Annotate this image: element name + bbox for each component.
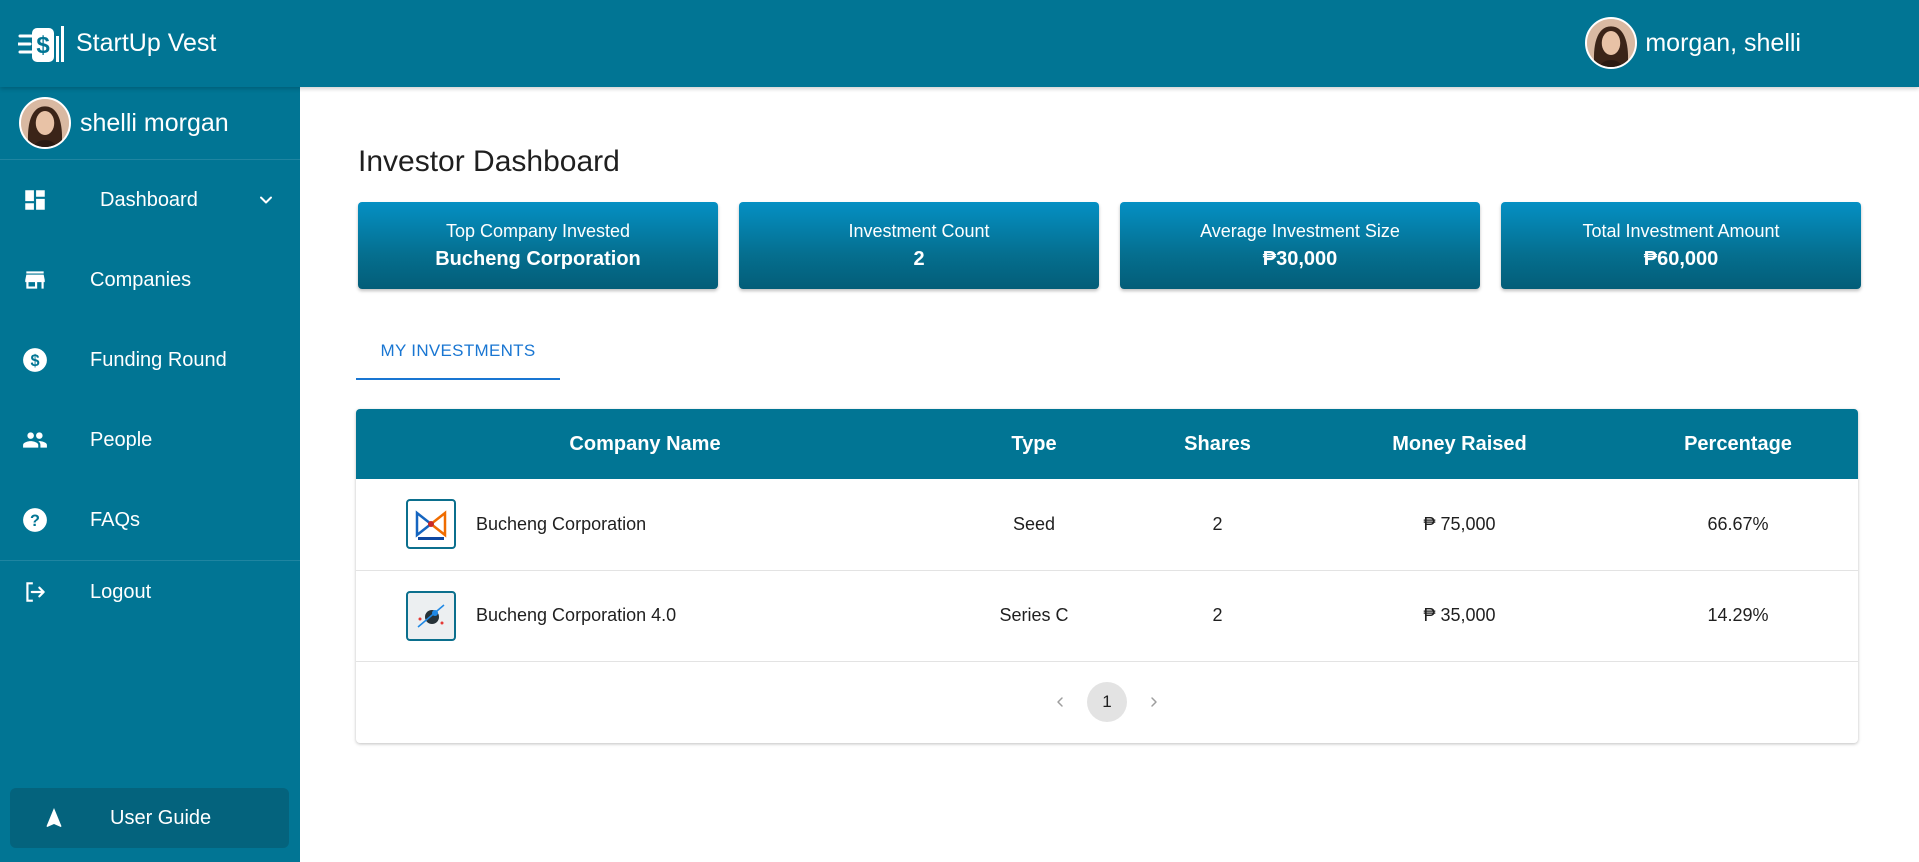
sidebar-user: shelli morgan (0, 87, 300, 160)
column-header[interactable]: Shares (1134, 409, 1301, 479)
user-display-name: morgan, shelli (1645, 28, 1801, 57)
company-name[interactable]: Bucheng Corporation 4.0 (476, 605, 676, 626)
page-number-button[interactable]: 1 (1087, 681, 1127, 722)
type-cell: Series C (999, 605, 1069, 625)
sidebar-item-funding-round[interactable]: $ Funding Round (0, 320, 300, 400)
table-header-row: Company Name Type Shares Money Raised Pe… (356, 409, 1858, 479)
app-bar: $ StartUp Vest morgan, shelli (0, 0, 1919, 87)
card-label: Investment Count (848, 220, 990, 241)
card-value: ₱30,000 (1262, 247, 1338, 270)
column-header[interactable]: Type (934, 409, 1134, 479)
people-icon (23, 432, 47, 448)
shares-cell: 2 (1212, 605, 1223, 625)
sidebar-item-label: Funding Round (90, 348, 227, 371)
tab-my-investments[interactable]: MY INVESTMENTS (356, 323, 560, 380)
dashboard-icon (25, 190, 45, 210)
company-logo-image (417, 603, 445, 628)
percentage-cell: 66.67% (1707, 513, 1769, 534)
tabs: MY INVESTMENTS (356, 323, 560, 380)
avatar-image (21, 99, 69, 147)
sidebar-item-logout[interactable]: Logout (0, 561, 300, 623)
company-cell: Bucheng Corporation 4.0 (356, 570, 934, 661)
column-header[interactable]: Money Raised (1301, 409, 1618, 479)
sidebar-item-label: People (90, 428, 153, 451)
user-guide-button[interactable]: User Guide (10, 788, 289, 848)
sidebar-item-people[interactable]: People (0, 400, 300, 480)
company-cell: Bucheng Corporation (356, 479, 934, 570)
pagination: 1 (356, 662, 1858, 742)
company-name[interactable]: Bucheng Corporation (476, 514, 646, 535)
user-guide-label: User Guide (110, 806, 212, 829)
card-label: Average Investment Size (1200, 220, 1400, 241)
sidebar-item-companies[interactable]: Companies (0, 240, 300, 320)
previous-page-button[interactable] (1047, 689, 1073, 715)
avatar (19, 97, 71, 149)
card-label: Total Investment Amount (1582, 220, 1780, 241)
avatar-image (1587, 19, 1636, 67)
card-average-investment: Average Investment Size ₱30,000 (1120, 202, 1480, 289)
investments-table: Company Name Type Shares Money Raised Pe… (356, 409, 1858, 743)
type-cell: Seed (1012, 513, 1056, 534)
sidebar-item-dashboard[interactable]: Dashboard (0, 160, 300, 240)
card-value: ₱60,000 (1643, 247, 1719, 270)
svg-text:$: $ (36, 32, 50, 59)
svg-text:?: ? (30, 512, 40, 530)
money-raised-cell: ₱ 35,000 (1423, 605, 1496, 625)
navigation-arrow-icon (46, 808, 62, 827)
dollar-circle-icon: $ (23, 348, 47, 372)
table-row[interactable]: Bucheng Corporation Seed 2 ₱ 75,000 66.6… (356, 479, 1858, 570)
card-label: Top Company Invested (445, 220, 631, 241)
shares-cell: 2 (1212, 513, 1223, 534)
card-value: 2 (913, 247, 925, 270)
brand-name: StartUp Vest (76, 29, 217, 57)
card-investment-count: Investment Count 2 (739, 202, 1099, 289)
column-header[interactable]: Company Name (356, 409, 934, 479)
sidebar-item-label: Logout (90, 580, 152, 603)
sidebar-item-faqs[interactable]: ? FAQs (0, 480, 300, 560)
chevron-left-icon (1057, 696, 1063, 707)
sidebar-item-label: Dashboard (100, 188, 198, 211)
company-logo-image (415, 510, 447, 541)
store-icon (25, 271, 45, 289)
column-header[interactable]: Percentage (1618, 409, 1858, 479)
card-total-investment: Total Investment Amount ₱60,000 (1501, 202, 1861, 289)
sidebar-item-label: FAQs (90, 508, 141, 531)
sidebar-item-label: Companies (90, 268, 192, 291)
sidebar-user-name: shelli morgan (80, 108, 229, 137)
help-circle-icon: ? (23, 508, 47, 532)
avatar[interactable] (1585, 17, 1638, 69)
percentage-cell: 14.29% (1707, 605, 1769, 625)
main-content: Investor Dashboard Top Company Invested … (300, 87, 1919, 862)
company-logo (406, 499, 456, 550)
card-value: Bucheng Corporation (435, 247, 641, 270)
card-top-company: Top Company Invested Bucheng Corporation (358, 202, 718, 289)
sidebar: shelli morgan Dashboard Companies $ Fund… (0, 87, 300, 862)
chevron-right-icon (1151, 696, 1157, 707)
table-row[interactable]: Bucheng Corporation 4.0 Series C 2 ₱ 35,… (356, 570, 1858, 661)
logout-icon (26, 582, 45, 602)
company-logo (406, 590, 456, 641)
chevron-down-icon[interactable] (256, 190, 276, 210)
user-menu[interactable]: morgan, shelli (1585, 17, 1801, 69)
summary-cards: Top Company Invested Bucheng Corporation… (358, 202, 1861, 289)
money-raised-cell: ₱ 75,000 (1423, 513, 1496, 534)
svg-text:$: $ (30, 352, 39, 370)
brand[interactable]: $ StartUp Vest (18, 22, 216, 66)
next-page-button[interactable] (1141, 689, 1167, 715)
dollar-logo-icon: $ (18, 25, 64, 62)
page-title: Investor Dashboard (358, 145, 620, 178)
